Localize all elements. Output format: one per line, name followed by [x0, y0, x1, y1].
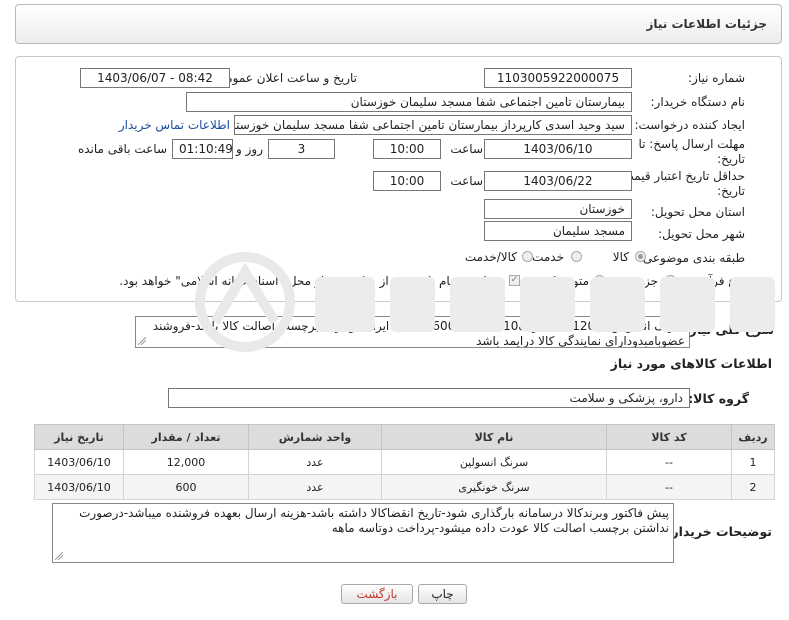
buyer-org-field[interactable]: بیمارستان تامین اجتماعی شفا مسجد سلیمان … — [186, 92, 632, 112]
requester-label: ایجاد کننده درخواست: — [634, 118, 745, 132]
description-text: سرنگ انسولین12000عدد-سرنگ10سی سی 600عدد-… — [152, 319, 685, 348]
deadline-label: مهلت ارسال پاسخ: تا — [638, 137, 745, 151]
buyer-notes-text: پیش فاکتور وبرندکالا درسامانه بارگذاری ش… — [79, 506, 669, 535]
process-radio-medium[interactable] — [594, 275, 605, 286]
deadline-date-field[interactable]: 1403/06/10 — [484, 139, 632, 159]
category-radio-goods-service[interactable] — [522, 251, 533, 262]
validity-time-label: ساعت — [450, 174, 483, 188]
col-quantity: تعداد / مقدار — [123, 424, 249, 450]
description-label: شرح کلی نیاز: — [684, 322, 774, 337]
category-option-service: خدمت — [532, 250, 564, 264]
category-radio-goods[interactable] — [635, 251, 646, 262]
announce-label: تاریخ و ساعت اعلان عمومی: — [212, 71, 357, 85]
category-label: طبقه بندی موضوعی: — [638, 251, 745, 265]
category-option-goods-service: کالا/خدمت — [464, 250, 517, 264]
table-row[interactable]: 2 -- سرنگ خونگیری عدد 600 1403/06/10 — [34, 474, 775, 500]
col-need-date: تاریخ نیاز — [34, 424, 124, 450]
cell-row-number: 2 — [731, 474, 775, 500]
city-field[interactable]: مسجد سلیمان — [484, 221, 632, 241]
cell-quantity: 12,000 — [123, 449, 249, 475]
resize-grip-icon[interactable] — [55, 552, 63, 560]
requester-field[interactable]: سید وحید اسدی کارپرداز بیمارستان تامین ا… — [234, 115, 632, 135]
cell-need-date: 1403/06/10 — [34, 474, 124, 500]
resize-grip-icon[interactable] — [138, 337, 146, 345]
description-textarea[interactable]: سرنگ انسولین12000عدد-سرنگ10سی سی 600عدد-… — [135, 316, 690, 348]
time-remaining-field[interactable]: 01:10:49 — [172, 139, 233, 159]
time-remaining-label: ساعت باقی مانده — [77, 142, 167, 156]
cell-unit: عدد — [248, 474, 382, 500]
items-section-title: اطلاعات کالاهای مورد نیاز — [610, 356, 772, 371]
col-item-code: کد کالا — [606, 424, 732, 450]
deadline-label-2: تاریخ: — [717, 152, 745, 166]
col-item-name: نام کالا — [381, 424, 607, 450]
buyer-org-label: نام دستگاه خریدار: — [650, 95, 746, 109]
process-option-medium: متوسط — [551, 274, 589, 288]
col-unit: واحد شمارش — [248, 424, 382, 450]
buyer-contact-link[interactable]: اطلاعات تماس خریدار — [119, 118, 230, 132]
col-row-number: ردیف — [731, 424, 775, 450]
page-title: جزئیات اطلاعات نیاز — [646, 17, 767, 31]
table-row[interactable]: 1 -- سرنگ انسولین عدد 12,000 1403/06/10 — [34, 449, 775, 475]
items-table: ردیف کد کالا نام کالا واحد شمارش تعداد /… — [34, 424, 775, 500]
cell-unit: عدد — [248, 449, 382, 475]
validity-time-field[interactable]: 10:00 — [373, 171, 441, 191]
deadline-time-label: ساعت — [450, 142, 483, 156]
header-panel: جزئیات اطلاعات نیاز — [15, 4, 782, 44]
category-radio-service[interactable] — [571, 251, 582, 262]
cell-item-code: -- — [606, 449, 732, 475]
table-header-row: ردیف کد کالا نام کالا واحد شمارش تعداد /… — [34, 424, 775, 450]
treasury-payment-note: پرداخت تمام یا بخشی از مبلغ خرید،از محل … — [119, 274, 502, 288]
cell-item-name: سرنگ خونگیری — [381, 474, 607, 500]
print-button[interactable]: چاپ — [418, 584, 467, 604]
category-option-goods: کالا — [612, 250, 629, 264]
item-group-field[interactable]: دارو، پزشکی و سلامت — [168, 388, 690, 408]
validity-label-2: تاریخ: — [717, 184, 745, 198]
cell-quantity: 600 — [123, 474, 249, 500]
back-button[interactable]: بازگشت — [341, 584, 413, 604]
need-number-label: شماره نیاز: — [688, 71, 745, 85]
province-label: استان محل تحویل: — [650, 205, 745, 219]
announce-field[interactable]: 1403/06/07 - 08:42 — [80, 68, 230, 88]
days-remaining-field[interactable]: 3 — [268, 139, 335, 159]
validity-date-field[interactable]: 1403/06/22 — [484, 171, 632, 191]
city-label: شهر محل تحویل: — [658, 227, 745, 241]
process-option-minor: جزیی — [630, 274, 658, 288]
buyer-notes-label: توضیحات خریدار: — [666, 524, 772, 539]
buyer-notes-textarea[interactable]: پیش فاکتور وبرندکالا درسامانه بارگذاری ش… — [52, 503, 674, 563]
treasury-payment-checkbox[interactable]: ✓ — [509, 275, 520, 286]
need-number-field[interactable]: 1103005922000075 — [484, 68, 632, 88]
cell-item-code: -- — [606, 474, 732, 500]
cell-item-name: سرنگ انسولین — [381, 449, 607, 475]
cell-row-number: 1 — [731, 449, 775, 475]
cell-need-date: 1403/06/10 — [34, 449, 124, 475]
item-group-label: گروه کالا: — [688, 391, 749, 406]
province-field[interactable]: خوزستان — [484, 199, 632, 219]
deadline-time-field[interactable]: 10:00 — [373, 139, 441, 159]
days-label: روز و — [236, 142, 263, 156]
process-radio-minor[interactable] — [665, 275, 676, 286]
